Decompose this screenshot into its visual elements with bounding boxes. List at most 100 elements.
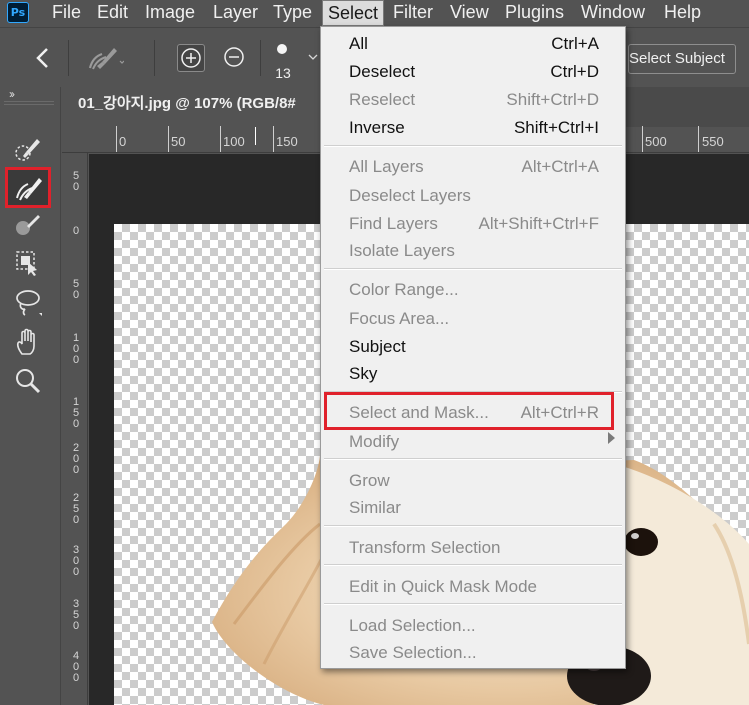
brush-size-preview[interactable] — [277, 44, 287, 54]
menu-separator — [324, 525, 622, 527]
ruler-label: 50 — [171, 134, 186, 149]
menu-item-label: Transform Selection — [349, 538, 501, 557]
ruler-label: 300 — [72, 544, 80, 578]
tools-panel: ›› — [0, 87, 61, 705]
menu-item-isolate-layers[interactable]: Isolate Layers — [321, 237, 625, 264]
menu-item-label: Edit in Quick Mask Mode — [349, 577, 538, 596]
menu-item-label: Focus Area... — [349, 309, 450, 328]
ruler-label: 50 — [72, 170, 80, 193]
ruler-label: 350 — [72, 598, 80, 632]
menu-item-label: Subject — [349, 337, 406, 356]
menu-item-edit-in-quick-mask-mode[interactable]: Edit in Quick Mask Mode — [321, 573, 625, 600]
expand-detection-area-button[interactable] — [177, 44, 205, 72]
lasso-tool[interactable] — [8, 284, 48, 320]
menu-item-modify[interactable]: Modify — [321, 428, 625, 455]
menu-type[interactable]: Type — [268, 0, 317, 26]
ruler-label: 150 — [72, 396, 80, 430]
select-menu-dropdown: All Ctrl+A Deselect Ctrl+D Reselect Shif… — [320, 26, 626, 669]
menu-separator — [324, 458, 622, 460]
menu-item-reselect[interactable]: Reselect Shift+Ctrl+D — [321, 86, 625, 113]
menu-item-save-selection[interactable]: Save Selection... — [321, 639, 625, 666]
refine-edge-brush-tool[interactable] — [5, 167, 51, 208]
hand-tool[interactable] — [8, 324, 48, 360]
divider — [68, 40, 69, 76]
ruler-label: 250 — [72, 492, 80, 526]
menu-item-label: Sky — [349, 364, 378, 383]
menu-window[interactable]: Window — [576, 0, 650, 26]
menu-item-label: Inverse — [349, 118, 405, 137]
menu-item-deselect[interactable]: Deselect Ctrl+D — [321, 58, 625, 85]
brush-icon — [16, 215, 40, 235]
menu-item-shortcut: Shift+Ctrl+D — [506, 90, 599, 109]
ruler-label: 0 — [72, 225, 80, 237]
ruler-label: 550 — [702, 134, 724, 149]
lasso-icon — [16, 290, 42, 316]
menu-item-label: Find Layers — [349, 214, 438, 233]
menu-plugins[interactable]: Plugins — [500, 0, 569, 26]
vertical-ruler[interactable]: 50 0 50 100 150 200 250 300 350 400 — [62, 153, 88, 705]
ruler-tick — [273, 126, 274, 152]
menu-item-shortcut: Ctrl+A — [551, 34, 599, 53]
ruler-tick — [698, 126, 699, 152]
menu-item-label: Similar — [349, 498, 401, 517]
menu-layer[interactable]: Layer — [208, 0, 263, 26]
brush-size-value: 13 — [275, 65, 291, 81]
object-selection-tool[interactable] — [8, 245, 48, 281]
menu-item-subject[interactable]: Subject — [321, 333, 625, 360]
chevron-down-icon[interactable] — [308, 54, 318, 62]
brush-tool[interactable] — [8, 207, 48, 243]
zoom-tool[interactable] — [8, 363, 48, 399]
menu-item-shortcut: Alt+Ctrl+A — [521, 157, 599, 176]
menu-item-all[interactable]: All Ctrl+A — [321, 30, 625, 57]
object-selection-icon — [16, 251, 37, 276]
menu-item-shortcut: Shift+Ctrl+I — [513, 118, 599, 137]
menu-item-label: All — [349, 34, 368, 53]
menu-view[interactable]: View — [445, 0, 494, 26]
panel-grip[interactable] — [4, 101, 54, 105]
ruler-label: 50 — [72, 278, 80, 301]
menu-item-all-layers[interactable]: All Layers Alt+Ctrl+A — [321, 153, 625, 180]
ruler-label: 400 — [72, 650, 80, 684]
chevron-left-icon[interactable] — [32, 43, 52, 73]
menu-filter[interactable]: Filter — [388, 0, 438, 26]
menu-item-focus-area[interactable]: Focus Area... — [321, 305, 625, 332]
ruler-label: 0 — [119, 134, 127, 149]
menu-file[interactable]: File — [47, 0, 86, 26]
ruler-tick — [642, 126, 643, 152]
menu-help[interactable]: Help — [659, 0, 706, 26]
ruler-tick — [168, 126, 169, 152]
menu-item-label: Deselect Layers — [349, 186, 471, 205]
collapse-panel-icon[interactable]: ›› — [9, 87, 15, 101]
menu-item-grow[interactable]: Grow — [321, 467, 625, 494]
document-tab[interactable]: 01_강아지.jpg @ 107% (RGB/8# — [62, 87, 332, 127]
ruler-label: 150 — [276, 134, 298, 149]
divider — [154, 40, 155, 76]
ruler-cursor-marker — [255, 127, 256, 145]
menu-item-similar[interactable]: Similar — [321, 494, 625, 521]
zoom-icon — [16, 369, 41, 394]
quick-selection-tool[interactable] — [8, 131, 48, 167]
menu-image[interactable]: Image — [140, 0, 200, 26]
menu-separator — [324, 603, 622, 605]
refine-edge-brush-preset-icon[interactable] — [84, 42, 124, 74]
menu-item-transform-selection[interactable]: Transform Selection — [321, 534, 625, 561]
menu-item-inverse[interactable]: Inverse Shift+Ctrl+I — [321, 114, 625, 141]
select-subject-button[interactable]: Select Subject — [628, 44, 736, 74]
menu-item-shortcut: Ctrl+D — [550, 62, 599, 81]
menu-item-deselect-layers[interactable]: Deselect Layers — [321, 182, 625, 209]
menu-item-load-selection[interactable]: Load Selection... — [321, 612, 625, 639]
menu-item-color-range[interactable]: Color Range... — [321, 276, 625, 303]
ruler-label: 100 — [72, 332, 80, 366]
menu-edit[interactable]: Edit — [92, 0, 133, 26]
menu-select[interactable]: Select — [322, 0, 385, 26]
restore-original-edge-button[interactable] — [221, 44, 249, 72]
menu-item-label: Deselect — [349, 62, 416, 81]
menu-item-label: Color Range... — [349, 280, 459, 299]
menu-item-find-layers[interactable]: Find Layers Alt+Shift+Ctrl+F — [321, 210, 625, 237]
menu-item-sky[interactable]: Sky — [321, 360, 625, 387]
menu-item-label: Modify — [349, 432, 400, 451]
divider — [260, 40, 261, 76]
ruler-tick — [220, 126, 221, 152]
photoshop-logo[interactable]: Ps — [7, 2, 29, 23]
menu-item-label: Load Selection... — [349, 616, 476, 635]
